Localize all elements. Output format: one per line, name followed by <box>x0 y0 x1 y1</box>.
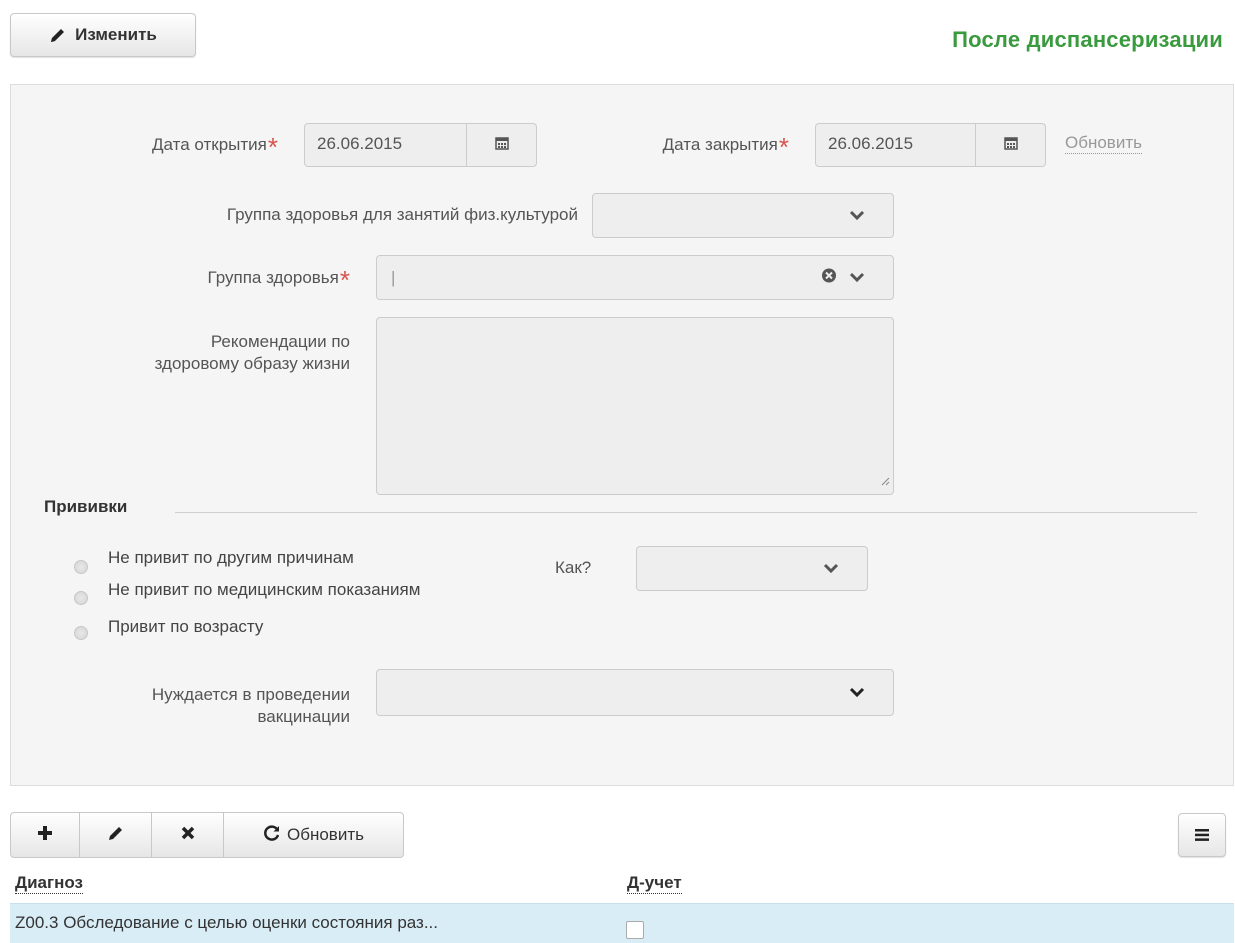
recommendations-textarea[interactable] <box>376 317 894 495</box>
needs-vaccination-label-line-2: вакцинации <box>257 707 350 726</box>
grid-toolbar: Обновить <box>10 812 404 858</box>
pencil-icon <box>49 26 67 44</box>
chevron-down-icon <box>849 268 865 288</box>
resize-handle-icon[interactable] <box>880 471 890 491</box>
edit-row-button[interactable] <box>80 812 152 858</box>
refresh-dates-link[interactable]: Обновить <box>1065 133 1142 154</box>
pencil-icon <box>107 824 125 847</box>
column-header-d-account[interactable]: Д-учет <box>627 873 682 894</box>
close-icon <box>181 825 195 845</box>
close-date-calendar-button[interactable] <box>976 123 1046 167</box>
column-header-diagnosis[interactable]: Диагноз <box>15 873 83 894</box>
d-account-checkbox[interactable] <box>626 921 644 939</box>
chevron-down-icon <box>849 683 865 703</box>
edit-button-label: Изменить <box>75 25 157 44</box>
calendar-icon <box>494 136 509 155</box>
health-group-select[interactable]: | <box>376 255 894 300</box>
clear-icon[interactable] <box>821 267 837 288</box>
pe-group-select[interactable] <box>592 193 894 238</box>
edit-button[interactable]: Изменить <box>10 13 196 57</box>
vaccination-option-medical-label: Не привит по медицинским показаниям <box>108 580 421 599</box>
how-select[interactable] <box>636 546 868 591</box>
vaccinations-divider <box>175 512 1197 513</box>
how-label: Как? <box>555 558 592 577</box>
open-date-calendar-button[interactable] <box>467 123 537 167</box>
needs-vaccination-label-line-1: Нуждается в проведении <box>151 685 350 704</box>
chevron-down-icon <box>823 559 839 579</box>
pe-group-label: Группа здоровья для занятий физ.культуро… <box>226 205 578 224</box>
open-date-input[interactable]: 26.06.2015 <box>304 123 467 167</box>
vaccination-radio-medical[interactable] <box>74 591 88 605</box>
page-title: После диспансеризации <box>952 27 1223 52</box>
refresh-grid-label: Обновить <box>287 825 364 844</box>
vaccination-radio-other[interactable] <box>74 560 88 574</box>
close-date-input[interactable]: 26.06.2015 <box>815 123 976 167</box>
recommendations-label-line-2: здоровому образу жизни <box>154 354 350 373</box>
refresh-icon <box>263 824 281 847</box>
table-cell-diagnosis: Z00.3 Обследование с целью оценки состоя… <box>15 913 438 932</box>
calendar-icon <box>1003 136 1018 155</box>
vaccinations-legend: Прививки <box>44 497 128 516</box>
close-date-label: Дата закрытия <box>590 134 789 156</box>
list-menu-icon <box>1194 828 1210 842</box>
delete-button[interactable] <box>152 812 224 858</box>
vaccination-option-other-label: Не привит по другим причинам <box>108 548 354 567</box>
open-date-label: Дата открытия <box>60 134 278 156</box>
refresh-grid-button[interactable]: Обновить <box>224 812 404 858</box>
grid-menu-button[interactable] <box>1178 813 1226 857</box>
health-group-value: | <box>391 267 396 287</box>
health-group-label: Группа здоровья <box>40 267 350 289</box>
recommendations-label: Рекомендации по здоровому образу жизни <box>40 331 350 375</box>
vaccination-option-by-age-label: Привит по возрасту <box>108 617 264 636</box>
recommendations-label-line-1: Рекомендации по <box>210 332 350 351</box>
needs-vaccination-label: Нуждается в проведении вакцинации <box>40 684 350 728</box>
vaccination-radio-by-age[interactable] <box>74 626 88 640</box>
add-button[interactable] <box>10 812 80 858</box>
needs-vaccination-select[interactable] <box>376 669 894 716</box>
chevron-down-icon <box>849 206 865 226</box>
plus-icon <box>37 825 53 846</box>
